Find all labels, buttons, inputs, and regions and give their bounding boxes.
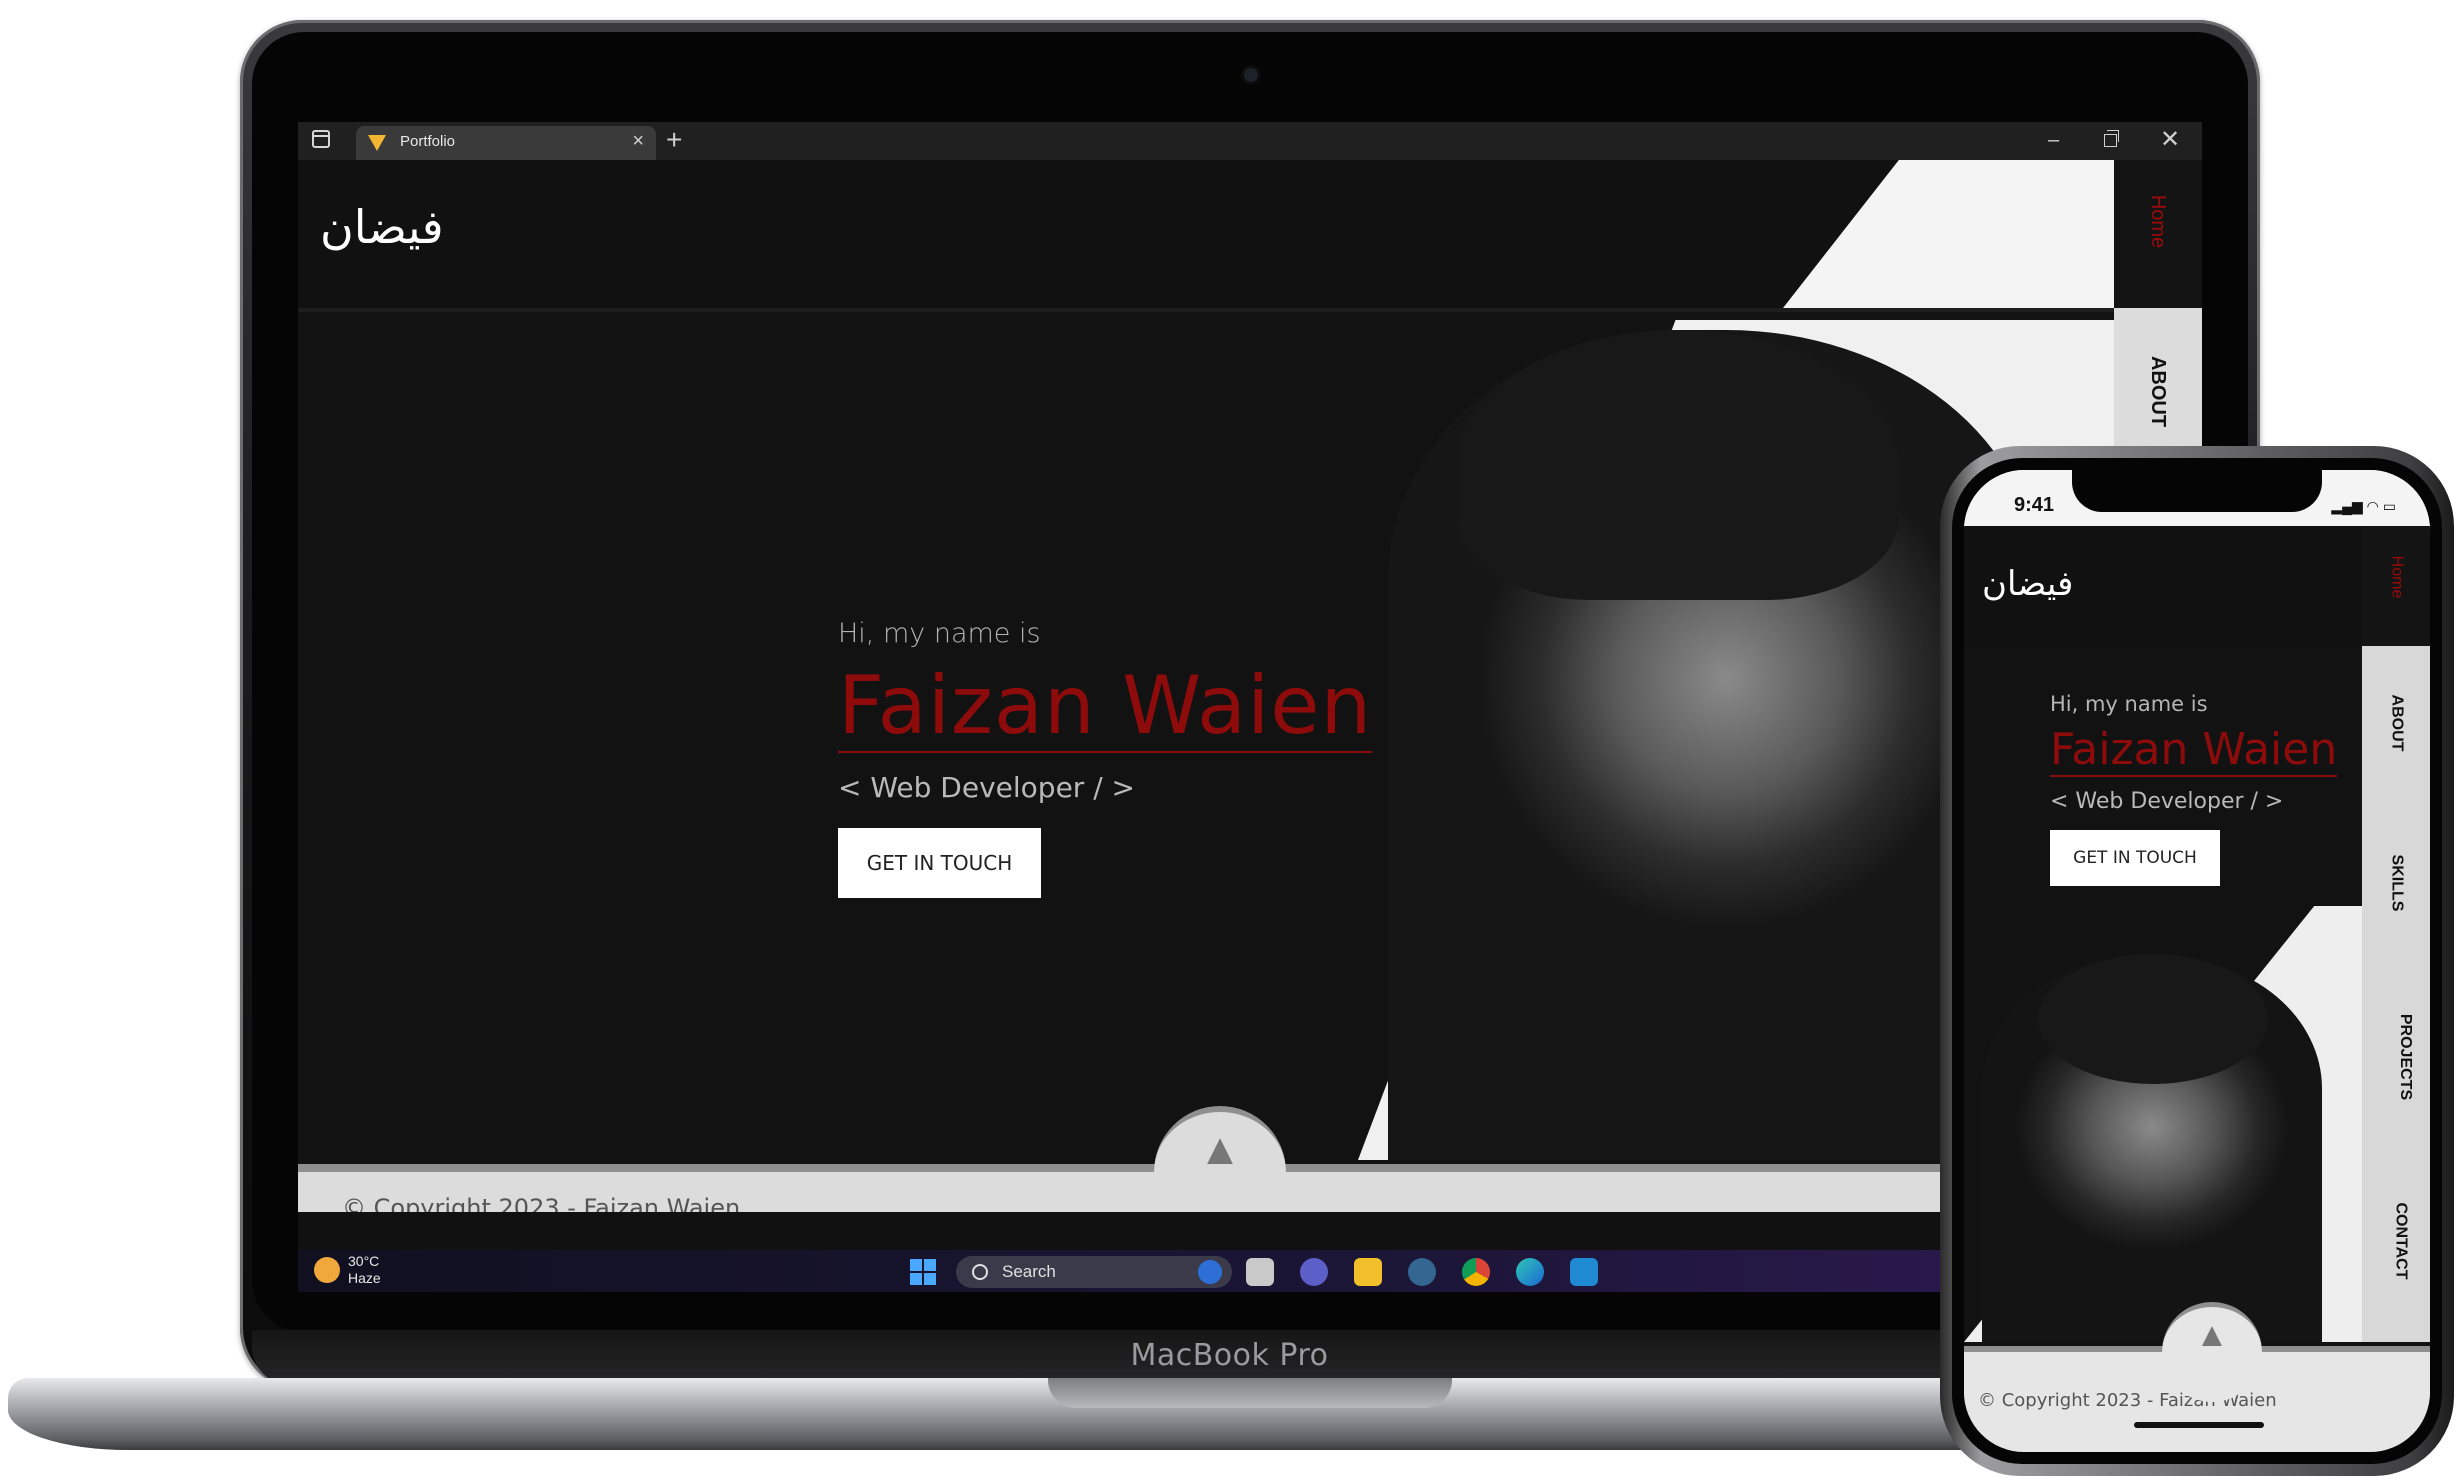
phone-screen: 9:41 ▂▄▆ ◠ ▭ فیضان Home ABOUT SKILLS PRO…: [1964, 470, 2430, 1452]
hero-role: < Web Developer / >: [838, 771, 1136, 804]
tab-title: Portfolio: [400, 133, 456, 150]
windows-start-icon[interactable]: [910, 1259, 936, 1285]
profile-photo-hair: [1458, 330, 1898, 600]
taskbar-search[interactable]: Search: [956, 1256, 1232, 1288]
laptop-base-notch: [1048, 1378, 1452, 1408]
mobile-portfolio-site: فیضان Home ABOUT SKILLS PROJECTS CONTACT…: [1964, 526, 2430, 1452]
mobile-arrow-up-icon: ▲: [2195, 1316, 2229, 1354]
new-tab-button[interactable]: +: [666, 122, 682, 158]
mobile-site-logo[interactable]: فیضان: [1982, 564, 2073, 604]
minimize-button[interactable]: –: [2048, 122, 2059, 158]
restore-button[interactable]: [2104, 130, 2119, 147]
mobile-nav-item-about[interactable]: ABOUT: [2362, 695, 2430, 752]
weather-widget[interactable]: 30°C Haze: [314, 1253, 381, 1287]
laptop-screen: Portfolio × + – ✕ فیضان Home ABOUT Hi, m…: [298, 122, 2202, 1292]
search-label: Search: [1002, 1262, 1056, 1281]
site-logo[interactable]: فیضان: [320, 200, 444, 254]
search-icon: [972, 1264, 988, 1280]
mobile-hero-intro: Hi, my name is Faizan Waien < Web Develo…: [2050, 692, 2338, 886]
close-window-button[interactable]: ✕: [2160, 122, 2180, 158]
nav-item-home[interactable]: Home: [2114, 160, 2202, 308]
tab-close-icon[interactable]: ×: [632, 130, 644, 153]
mobile-site-header: فیضان: [1964, 526, 2364, 646]
hero-intro: Hi, my name is Faizan Waien < Web Develo…: [838, 618, 1373, 898]
portfolio-site: فیضان Home ABOUT Hi, my name is Faizan W…: [298, 160, 2202, 1212]
weather-temp: 30°C: [348, 1253, 380, 1269]
weather-desc: Haze: [348, 1270, 381, 1286]
phone-notch: [2072, 470, 2322, 512]
scroll-to-top-button[interactable]: ▲: [1154, 1106, 1286, 1212]
mobile-side-navigation: Home ABOUT SKILLS PROJECTS CONTACT: [2362, 526, 2430, 1342]
mobile-nav-item-skills[interactable]: SKILLS: [2362, 855, 2430, 912]
postgres-icon[interactable]: [1408, 1258, 1436, 1286]
signal-wifi-battery-icon: ▂▄▆ ◠ ▭: [2331, 498, 2396, 514]
windows-taskbar: 30°C Haze Search: [298, 1250, 2202, 1292]
vite-favicon-icon: [368, 135, 386, 151]
vscode-icon[interactable]: [1570, 1258, 1598, 1286]
mobile-scroll-to-top-button[interactable]: ▲: [2162, 1302, 2262, 1402]
mobile-nav-item-contact[interactable]: CONTACT: [2362, 1202, 2430, 1279]
teams-chat-icon[interactable]: [1300, 1258, 1328, 1286]
webcam-icon: [1244, 68, 1258, 82]
bing-icon[interactable]: [1198, 1260, 1222, 1284]
mobile-nav-label-about: ABOUT: [2387, 694, 2405, 752]
mobile-get-in-touch-button[interactable]: GET IN TOUCH: [2050, 830, 2220, 886]
mobile-nav-label-skills: SKILLS: [2387, 854, 2405, 912]
mobile-nav-label-home: Home: [2388, 555, 2405, 599]
nav-label-home: Home: [2147, 194, 2170, 249]
mobile-nav-label-projects: PROJECTS: [2397, 1013, 2415, 1101]
mobile-nav-item-home[interactable]: Home: [2362, 526, 2430, 646]
nav-item-about[interactable]: ABOUT: [2114, 356, 2202, 427]
nav-label-about: ABOUT: [2147, 355, 2170, 428]
mobile-nav-item-projects[interactable]: PROJECTS: [2362, 1014, 2430, 1100]
sidebar-toggle-icon[interactable]: [312, 130, 330, 148]
hero-name: Faizan Waien: [838, 659, 1373, 753]
task-view-icon[interactable]: [1246, 1258, 1274, 1286]
status-time: 9:41: [2014, 494, 2055, 516]
file-explorer-icon[interactable]: [1354, 1258, 1382, 1286]
mobile-greeting-text: Hi, my name is: [2050, 692, 2208, 716]
weather-icon: [314, 1257, 340, 1283]
mobile-hero-name: Faizan Waien: [2050, 724, 2338, 777]
home-indicator[interactable]: [2134, 1422, 2264, 1428]
mobile-profile-photo-hair: [2038, 954, 2268, 1084]
mobile-hero-role: < Web Developer / >: [2050, 789, 2284, 814]
greeting-text: Hi, my name is: [838, 618, 1041, 649]
get-in-touch-button[interactable]: GET IN TOUCH: [838, 828, 1041, 898]
chrome-icon[interactable]: [1462, 1258, 1490, 1286]
browser-tab[interactable]: Portfolio ×: [356, 126, 656, 160]
edge-icon[interactable]: [1516, 1258, 1544, 1286]
browser-tab-bar: Portfolio × + – ✕: [298, 122, 2202, 160]
arrow-up-icon: ▲: [1198, 1125, 1242, 1174]
mobile-nav-label-contact: CONTACT: [2392, 1202, 2410, 1280]
copyright-text: © Copyright 2023 - Faizan Waien: [342, 1194, 741, 1212]
